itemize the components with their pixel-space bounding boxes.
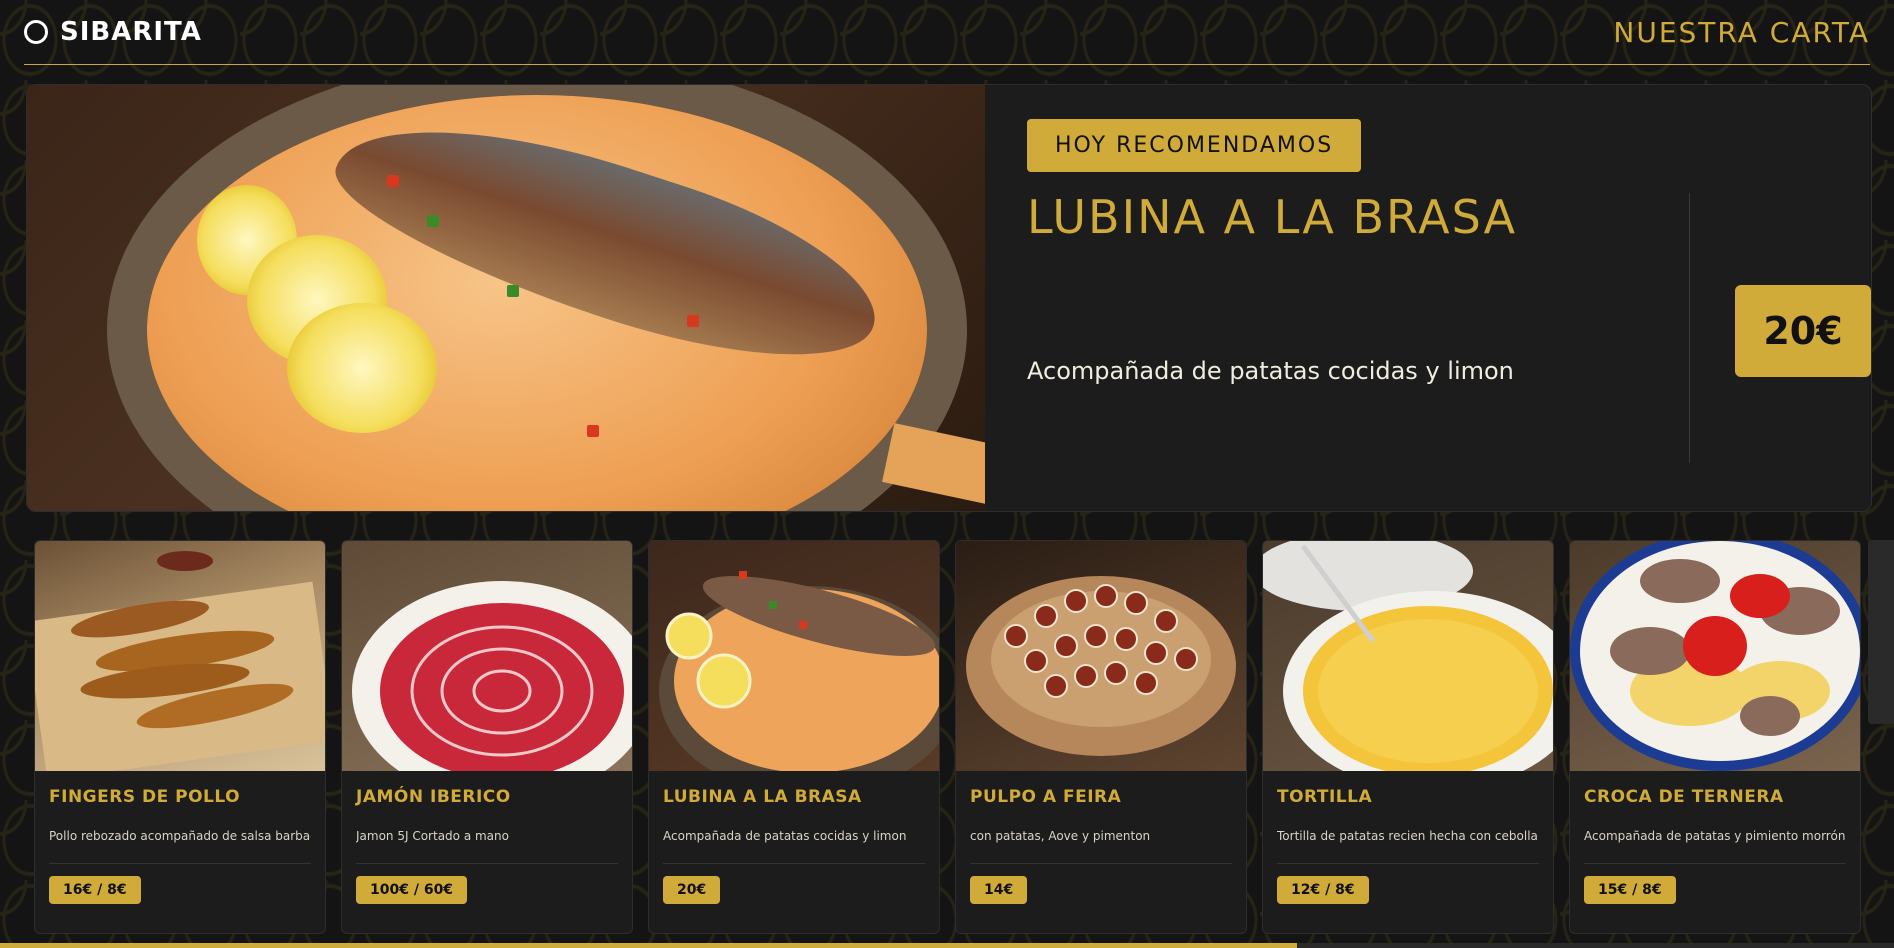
- dish-image-beef: [1570, 541, 1860, 771]
- featured-dish-price: 20€: [1735, 285, 1871, 377]
- dish-title: PULPO A FEIRA: [970, 787, 1122, 807]
- dish-image-octopus: [956, 541, 1246, 771]
- brand-logo[interactable]: SIBARITA: [24, 17, 202, 47]
- sea-bass-illustration: [659, 571, 939, 771]
- pepper-dot: [427, 215, 439, 227]
- featured-dish-info: HOY RECOMENDAMOS LUBINA A LA BRASA Acomp…: [985, 85, 1871, 511]
- carousel-scroll-progress-fill: [0, 943, 1298, 948]
- carousel-scroll-progress[interactable]: [0, 943, 1894, 948]
- nav-link-nuestra-carta[interactable]: NUESTRA CARTA: [1613, 16, 1870, 49]
- featured-dish: HOY RECOMENDAMOS LUBINA A LA BRASA Acomp…: [26, 84, 1872, 512]
- recommendation-badge: HOY RECOMENDAMOS: [1027, 119, 1362, 172]
- dish-card[interactable]: LUBINA A LA BRASA Acompañada de patatas …: [648, 540, 940, 934]
- site-header: SIBARITA NUESTRA CARTA: [24, 0, 1870, 65]
- dish-card[interactable]: JAMÓN IBERICO Jamon 5J Cortado a mano 10…: [341, 540, 633, 934]
- brand-name: SIBARITA: [60, 17, 202, 47]
- divider: [49, 863, 311, 864]
- divider: [970, 863, 1232, 864]
- pepper-dot: [687, 315, 699, 327]
- dish-carousel[interactable]: FINGERS DE POLLO Pollo rebozado acompaña…: [34, 540, 1861, 934]
- dish-price: 100€ / 60€: [356, 876, 468, 904]
- dish-title: FINGERS DE POLLO: [49, 787, 241, 807]
- octopus-illustration: [966, 576, 1236, 756]
- divider: [356, 863, 618, 864]
- divider: [1584, 863, 1846, 864]
- dish-title: LUBINA A LA BRASA: [663, 787, 862, 807]
- dish-description: Acompañada de patatas y pimiento morrón: [1584, 829, 1846, 843]
- dish-price: 14€: [970, 876, 1028, 904]
- dish-image-chicken: [35, 541, 325, 771]
- featured-dish-description: Acompañada de patatas cocidas y limon: [1027, 357, 1514, 385]
- featured-dish-image: [27, 85, 985, 511]
- dish-image-ham: [342, 541, 632, 771]
- dish-description: Tortilla de patatas recien hecha con ceb…: [1277, 829, 1538, 843]
- dish-title: CROCA DE TERNERA: [1584, 787, 1784, 807]
- dish-description: Pollo rebozado acompañado de salsa barba…: [49, 829, 311, 843]
- dish-price: 15€ / 8€: [1584, 876, 1676, 904]
- divider: [1277, 863, 1539, 864]
- ham-plate-illustration: [352, 581, 632, 771]
- tortilla-illustration: [1263, 541, 1553, 771]
- chicken-fingers-illustration: [35, 551, 325, 771]
- divider: [1689, 193, 1690, 463]
- dish-image-tortilla: [1263, 541, 1553, 771]
- circle-icon: [24, 20, 48, 44]
- pepper-dot: [387, 175, 399, 187]
- dish-card[interactable]: CROCA DE TERNERA Acompañada de patatas y…: [1569, 540, 1861, 934]
- dish-description: Jamon 5J Cortado a mano: [356, 829, 509, 843]
- dish-price: 16€ / 8€: [49, 876, 141, 904]
- dish-card[interactable]: TORTILLA Tortilla de patatas recien hech…: [1262, 540, 1554, 934]
- next-card-edge[interactable]: [1868, 540, 1894, 724]
- parsley-dot: [507, 285, 519, 297]
- dish-description: Acompañada de patatas cocidas y limon: [663, 829, 907, 843]
- dish-price: 20€: [663, 876, 721, 904]
- dish-card[interactable]: FINGERS DE POLLO Pollo rebozado acompaña…: [34, 540, 326, 934]
- lemon-slice: [287, 303, 437, 433]
- dish-title: TORTILLA: [1277, 787, 1373, 807]
- dish-price: 12€ / 8€: [1277, 876, 1369, 904]
- dish-card[interactable]: PULPO A FEIRA con patatas, Aove y piment…: [955, 540, 1247, 934]
- beef-illustration: [1570, 541, 1860, 771]
- divider: [663, 863, 925, 864]
- featured-dish-title: LUBINA A LA BRASA: [1027, 190, 1518, 244]
- pepper-dot: [587, 425, 599, 437]
- board-handle: [882, 423, 985, 507]
- dish-image-sea-bass: [649, 541, 939, 771]
- dish-title: JAMÓN IBERICO: [356, 787, 511, 807]
- dish-description: con patatas, Aove y pimenton: [970, 829, 1151, 843]
